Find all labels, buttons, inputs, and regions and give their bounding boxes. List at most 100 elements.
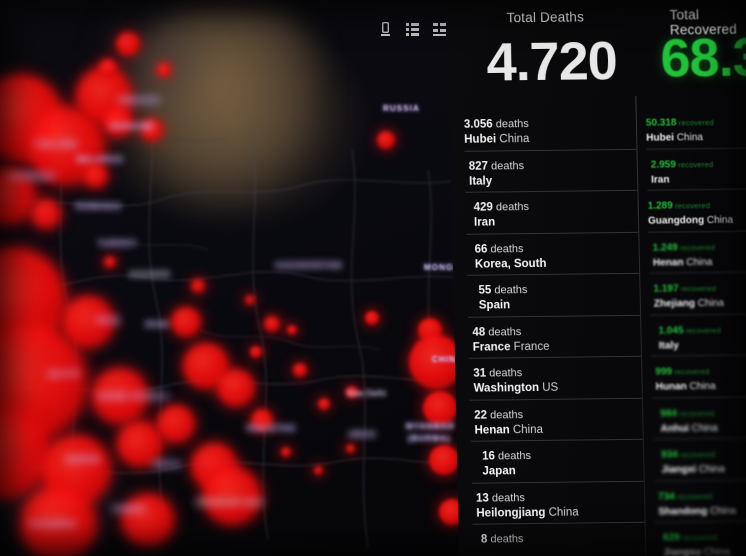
deaths-location-line: Italy — [469, 171, 637, 188]
map-case-bubble[interactable] — [122, 494, 174, 546]
table-row[interactable]: 48 deaths France France — [468, 315, 642, 359]
map-case-bubble[interactable] — [429, 445, 459, 475]
map-case-bubble[interactable] — [377, 131, 395, 149]
recovered-unit-label: recovered — [676, 117, 715, 128]
recovered-count: 934 — [661, 449, 678, 461]
location-country: China — [686, 380, 716, 393]
map-label: New Delhi — [347, 389, 387, 398]
map-case-bubble[interactable] — [171, 307, 201, 337]
deaths-count: 827 — [468, 160, 489, 173]
map-label: KAZAKH — [130, 270, 171, 279]
deaths-list[interactable]: 3.056 deaths Hubei China 827 deaths Italy 42… — [464, 108, 646, 556]
map-label: UKRAINE — [110, 122, 155, 131]
map-case-bubble[interactable] — [423, 391, 457, 425]
recovered-count-line: 1.249 recovered — [652, 238, 746, 254]
table-row[interactable]: 934 recovered Jiangxi China — [653, 438, 746, 482]
table-row[interactable]: 1.289 recovered Guangdong China — [647, 189, 746, 233]
location-name: Henan — [474, 423, 510, 437]
deaths-location-line: Japan — [482, 462, 643, 479]
map-label: SUDAN — [66, 455, 100, 464]
location-name: Jiangxi — [661, 464, 697, 476]
recovered-unit-label: recovered — [674, 491, 713, 501]
map-case-bubble[interactable] — [99, 59, 117, 77]
location-name: Japan — [482, 465, 516, 478]
list-icon[interactable] — [406, 22, 419, 37]
map-label: IRAN — [145, 320, 169, 329]
deaths-count: 13 — [475, 492, 489, 505]
map-case-bubble[interactable] — [287, 325, 297, 335]
map-case-bubble[interactable] — [250, 346, 262, 358]
table-row[interactable]: 429 deaths Iran — [465, 191, 639, 235]
table-row[interactable]: 3.056 deaths Hubei China — [464, 108, 637, 152]
map-case-bubble[interactable] — [281, 447, 291, 457]
table-row[interactable]: 16 deaths Japan — [471, 440, 644, 484]
table-row[interactable]: 1.249 recovered Henan China — [648, 231, 746, 274]
map-case-bubble[interactable] — [245, 295, 255, 305]
map-case-bubble[interactable] — [157, 405, 195, 443]
map-label: KAZAKHSTAN — [276, 261, 342, 270]
table-row[interactable]: 984 recovered Anhui China — [652, 397, 746, 440]
location-country: China — [496, 133, 530, 146]
recovered-list[interactable]: 50.318 recovered Hubei China 2.959 recover… — [646, 106, 746, 556]
map-label: RUSSIA — [383, 104, 420, 113]
map-case-bubble[interactable] — [293, 363, 307, 377]
recovered-count-line: 999 recovered — [655, 362, 746, 378]
map-label: ROMANIA — [76, 202, 122, 211]
map-case-bubble[interactable] — [191, 279, 205, 293]
table-row[interactable]: 13 deaths Heilongjiang China — [472, 481, 645, 525]
deaths-unit-label: deaths — [492, 201, 530, 214]
location-country: China — [704, 214, 734, 227]
table-row[interactable]: 734 recovered Shandong China — [654, 480, 746, 523]
map-label: ETHIOPIA — [30, 520, 77, 529]
recovered-count-line: 1.289 recovered — [648, 196, 746, 212]
recovered-count: 999 — [655, 366, 673, 378]
recovered-location-line: Jiangsu China — [663, 543, 746, 556]
recovered-unit-label: recovered — [672, 201, 711, 211]
table-row[interactable]: 31 deaths Washington US — [469, 357, 642, 401]
table-row[interactable]: 55 deaths Spain — [467, 274, 641, 318]
location-name: Jiangsu — [663, 547, 702, 556]
map-case-bubble[interactable] — [157, 63, 171, 77]
deaths-count: 16 — [482, 450, 496, 463]
table-row[interactable]: 2.959 recovered Iran — [646, 148, 746, 191]
map-label: SAUDI ARABIA — [98, 392, 170, 401]
world-map[interactable]: RUSSIA MONGOLIA CHINA KAZAKHSTAN New Delhi IN… — [0, 0, 476, 556]
map-case-bubble[interactable] — [217, 369, 255, 407]
location-country: China — [695, 463, 725, 476]
map-label: (BURMA) — [408, 434, 451, 443]
map-case-bubble[interactable] — [31, 199, 61, 229]
map-case-bubble[interactable] — [313, 465, 323, 475]
deaths-unit-label: deaths — [486, 408, 524, 422]
table-row[interactable]: 8 deaths — [473, 523, 646, 556]
map-case-bubble[interactable] — [84, 164, 108, 188]
recovered-count-line: 629 recovered — [663, 528, 746, 544]
map-case-bubble[interactable] — [345, 443, 355, 453]
layers-icon[interactable] — [379, 22, 392, 37]
recovered-location-line: Hubei China — [646, 128, 746, 145]
table-row[interactable]: 50.318 recovered Hubei China — [646, 106, 746, 150]
map-case-bubble[interactable] — [116, 32, 140, 56]
recovered-location-line: Guangdong China — [648, 211, 746, 228]
table-row[interactable]: 999 recovered Hunan China — [651, 355, 746, 399]
table-row[interactable]: 629 recovered Jiangsu China — [655, 521, 746, 556]
table-row[interactable]: 1.197 recovered Zhejiang China — [649, 272, 746, 316]
location-name: Italy — [469, 174, 493, 188]
deaths-unit-label: deaths — [494, 450, 532, 463]
recovered-location-line: Italy — [659, 336, 746, 353]
location-name: Shandong — [658, 505, 708, 518]
location-name: Anhui — [660, 422, 690, 435]
location-name: Washington — [473, 381, 540, 395]
table-row[interactable]: 827 deaths Italy — [464, 149, 638, 193]
map-case-bubble[interactable] — [318, 398, 330, 410]
table-row[interactable]: 22 deaths Henan China — [470, 398, 643, 442]
table-row[interactable]: 66 deaths Korea, South — [466, 232, 640, 276]
map-case-bubble[interactable] — [104, 256, 116, 268]
table-row[interactable]: 1.045 recovered Italy — [650, 314, 746, 357]
legend-icon[interactable] — [433, 22, 446, 37]
map-toolbar[interactable] — [379, 22, 446, 37]
deaths-count: 31 — [473, 367, 487, 380]
map-label: PAKISTAN — [247, 424, 296, 433]
map-case-bubble[interactable] — [365, 311, 379, 325]
map-case-bubble[interactable] — [264, 316, 280, 332]
map-case-bubble[interactable] — [203, 467, 261, 525]
